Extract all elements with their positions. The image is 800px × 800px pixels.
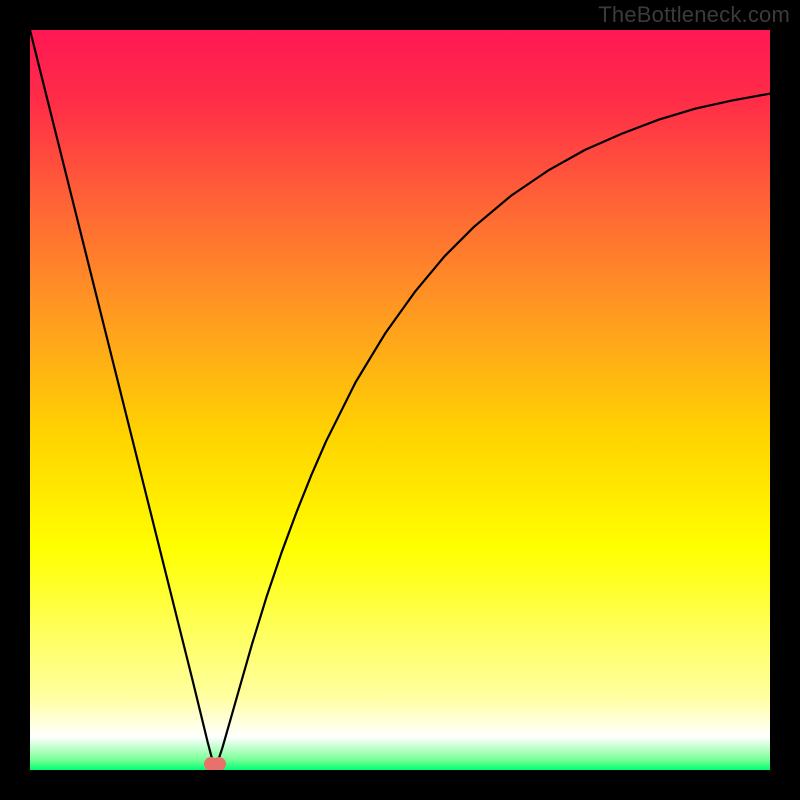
chart-overlay bbox=[30, 30, 770, 770]
bottleneck-curve bbox=[30, 30, 770, 770]
watermark-text: TheBottleneck.com bbox=[598, 2, 790, 28]
plot-area bbox=[30, 30, 770, 770]
minimum-marker bbox=[204, 757, 226, 770]
chart-frame: TheBottleneck.com bbox=[0, 0, 800, 800]
